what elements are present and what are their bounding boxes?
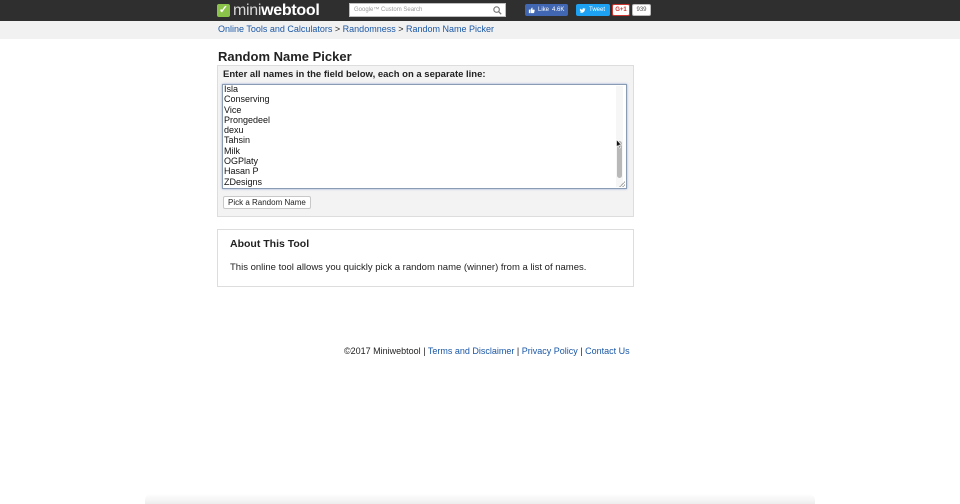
- search-icon[interactable]: [492, 5, 503, 16]
- about-description: This online tool allows you quickly pick…: [230, 262, 587, 273]
- footer-contact-link[interactable]: Contact Us: [585, 346, 630, 356]
- twitter-bird-icon: [579, 7, 586, 13]
- footer-separator: |: [420, 346, 428, 356]
- breadcrumb: Online Tools and Calculators > Randomnes…: [218, 24, 494, 34]
- bottom-shadow: [145, 494, 815, 504]
- footer-separator: |: [514, 346, 522, 356]
- name-line: Milk: [224, 145, 240, 156]
- name-picker-form: Enter all names in the field below, each…: [217, 65, 634, 217]
- pick-random-name-button[interactable]: Pick a Random Name: [223, 196, 311, 209]
- about-tool-section: About This Tool This online tool allows …: [217, 229, 634, 287]
- site-logo[interactable]: ✓ miniwebtool: [217, 1, 320, 20]
- name-line: Hasan P: [224, 166, 259, 177]
- thumbs-up-icon: [528, 6, 535, 13]
- textarea-scrollbar[interactable]: [616, 86, 623, 187]
- footer-copyright: ©2017 Miniwebtool: [344, 346, 421, 356]
- footer-privacy-link[interactable]: Privacy Policy: [522, 346, 578, 356]
- like-count: 4.6K: [552, 7, 565, 13]
- gplus-label: G+1: [615, 7, 627, 13]
- footer: ©2017 Miniwebtool | Terms and Disclaimer…: [344, 346, 630, 356]
- name-line: Isla: [224, 84, 239, 94]
- search-input[interactable]: Google™ Custom Search: [349, 3, 506, 17]
- breadcrumb-random-name-picker[interactable]: Random Name Picker: [406, 24, 494, 34]
- name-line: Tahsin: [224, 135, 251, 146]
- tweet-button[interactable]: Tweet: [576, 4, 610, 16]
- resize-handle-icon[interactable]: [619, 181, 625, 187]
- names-field-label: Enter all names in the field below, each…: [223, 69, 486, 80]
- search-placeholder: Google™ Custom Search: [354, 7, 423, 13]
- about-title: About This Tool: [230, 238, 310, 250]
- name-line: OGPlaty: [224, 156, 259, 167]
- footer-separator: |: [577, 346, 586, 356]
- footer-terms-link[interactable]: Terms and Disclaimer: [428, 346, 515, 356]
- name-line: Prongedeel: [224, 114, 271, 125]
- names-list: Isla Conserving Vice Prongedeel dexu Tah…: [224, 84, 271, 187]
- name-line: Vice: [224, 104, 242, 115]
- gplus-count-value: 939: [636, 7, 647, 13]
- logo-text-webtool: webtool: [261, 2, 320, 19]
- breadcrumb-online-tools[interactable]: Online Tools and Calculators: [218, 24, 332, 34]
- tweet-label: Tweet: [589, 7, 606, 13]
- breadcrumb-separator: >: [332, 24, 343, 34]
- page-title: Random Name Picker: [218, 49, 352, 64]
- logo-icon: ✓: [217, 4, 230, 17]
- mouse-pointer-icon: [616, 139, 622, 149]
- like-label: Like: [538, 7, 550, 13]
- name-line: Conserving: [224, 94, 270, 105]
- google-plus-count: 939: [632, 4, 651, 16]
- breadcrumb-randomness[interactable]: Randomness: [343, 24, 396, 34]
- logo-text-mini: mini: [233, 2, 262, 19]
- facebook-like-button[interactable]: Like 4.6K: [525, 4, 568, 16]
- breadcrumb-separator: >: [395, 24, 406, 34]
- name-line: dexu: [224, 125, 244, 136]
- logo-text: miniwebtool: [233, 1, 320, 20]
- google-plus-button[interactable]: G+1: [612, 4, 630, 16]
- names-textarea[interactable]: Isla Conserving Vice Prongedeel dexu Tah…: [222, 84, 627, 189]
- name-line: ZDesigns: [224, 176, 263, 187]
